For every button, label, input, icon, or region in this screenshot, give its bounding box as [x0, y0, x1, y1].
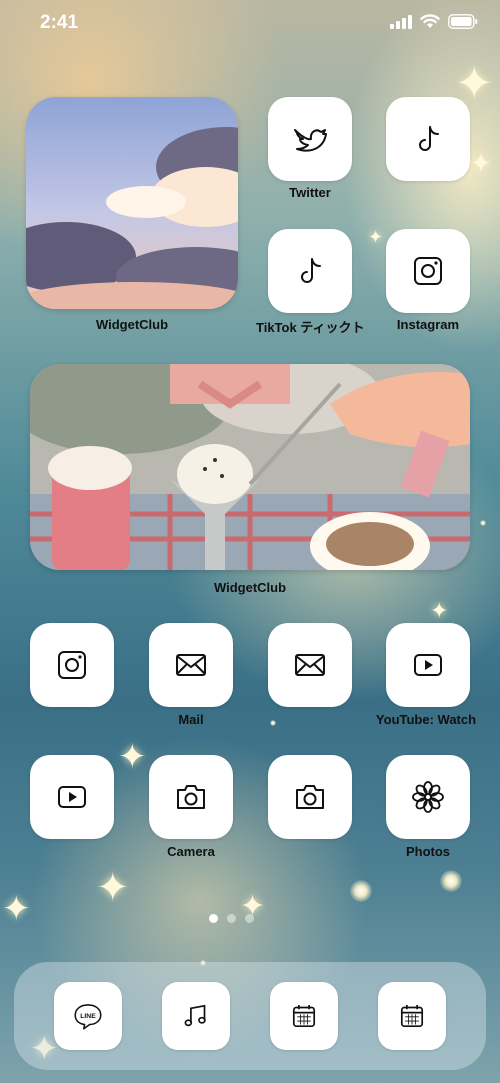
- photo-widget-sky[interactable]: [26, 97, 238, 309]
- page-indicator[interactable]: [209, 914, 254, 923]
- app-mail[interactable]: [149, 623, 233, 707]
- widget-label-sky: WidgetClub: [95, 317, 169, 332]
- dock-app-calendar-2[interactable]: [378, 982, 446, 1050]
- app-tiktok-top[interactable]: [386, 97, 470, 181]
- flower-icon: [412, 781, 444, 813]
- page-dot[interactable]: [227, 914, 236, 923]
- sparkle-star: ✦: [368, 227, 384, 247]
- photo-widget-dessert[interactable]: [30, 364, 470, 570]
- sparkle-star: ✦: [118, 738, 147, 776]
- widget-label-dessert: WidgetClub: [213, 580, 287, 595]
- app-twitter[interactable]: [268, 97, 352, 181]
- line-bubble-icon: LINE: [74, 1004, 102, 1030]
- sparkle: [350, 880, 372, 902]
- app-label-instagram: Instagram: [396, 317, 460, 332]
- tiktok-note-icon: [301, 258, 321, 283]
- app-label-youtube: YouTube: Watch: [375, 712, 477, 727]
- battery-icon: [448, 14, 478, 29]
- sparkle-star: ✦: [455, 57, 494, 109]
- winter-dessert-photo: [30, 364, 470, 570]
- sparkle: [440, 870, 462, 892]
- sparkle-star: ✦: [430, 598, 449, 623]
- app-instagram[interactable]: [386, 229, 470, 313]
- play-button-icon: [414, 654, 442, 676]
- instagram-camera-icon: [58, 651, 86, 679]
- app-youtube-row4[interactable]: [30, 755, 114, 839]
- camera-icon: [296, 785, 324, 809]
- sky-clouds-photo: [26, 97, 238, 309]
- app-label-twitter: Twitter: [289, 185, 331, 200]
- status-time: 2:41: [40, 12, 79, 33]
- music-note-icon: [184, 1004, 206, 1027]
- app-label-mail: Mail: [178, 712, 204, 727]
- page-dot[interactable]: [245, 914, 254, 923]
- app-instagram-row3[interactable]: [30, 623, 114, 707]
- cellular-signal-icon: [390, 15, 412, 29]
- camera-icon: [177, 785, 205, 809]
- app-label-tiktok: TikTok ティックト: [256, 320, 364, 335]
- app-label-camera: Camera: [167, 844, 215, 859]
- app-camera[interactable]: [149, 755, 233, 839]
- sparkle-star: ✦: [96, 866, 130, 910]
- mail-envelope-icon: [295, 654, 325, 676]
- tiktok-note-icon: [419, 126, 439, 151]
- app-photos[interactable]: [386, 755, 470, 839]
- app-tiktok[interactable]: [268, 229, 352, 313]
- sparkle: [480, 520, 486, 526]
- sparkle-star: ✦: [470, 148, 492, 178]
- dock-app-music[interactable]: [162, 982, 230, 1050]
- status-icons: [390, 14, 478, 29]
- dock-app-line[interactable]: LINE: [54, 982, 122, 1050]
- dock-app-calendar-1[interactable]: [270, 982, 338, 1050]
- line-logo-text: LINE: [80, 1013, 96, 1020]
- app-label-photos: Photos: [405, 844, 451, 859]
- page-dot[interactable]: [209, 914, 218, 923]
- app-mail-row3[interactable]: [268, 623, 352, 707]
- instagram-camera-icon: [414, 257, 442, 285]
- wifi-icon: [420, 14, 440, 28]
- mail-envelope-icon: [176, 654, 206, 676]
- status-bar: 2:41: [0, 0, 500, 46]
- twitter-bird-icon: [294, 129, 327, 152]
- app-youtube[interactable]: [386, 623, 470, 707]
- app-camera-row4[interactable]: [268, 755, 352, 839]
- calendar-icon: [400, 1004, 424, 1028]
- play-button-icon: [58, 786, 86, 808]
- sparkle-star: ✦: [2, 890, 31, 928]
- sparkle: [270, 720, 276, 726]
- calendar-icon: [292, 1004, 316, 1028]
- dock: LINE: [14, 962, 486, 1070]
